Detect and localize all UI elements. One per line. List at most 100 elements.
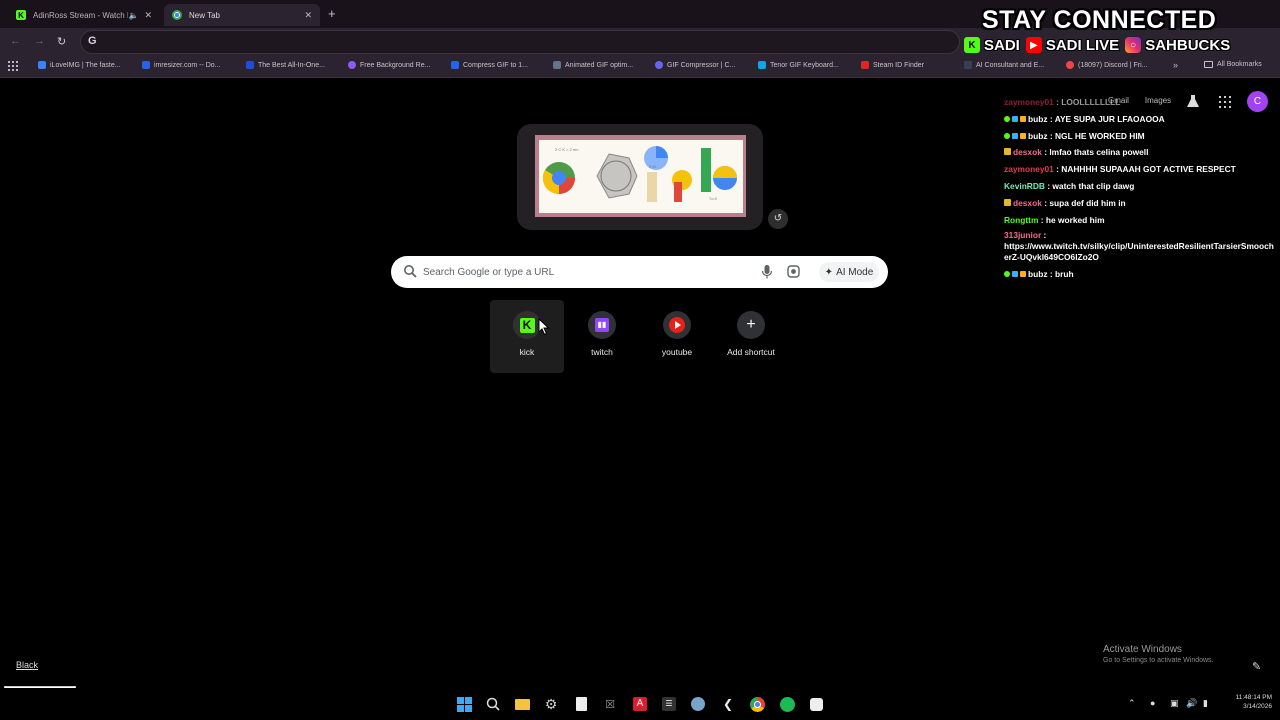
all-bookmarks-button[interactable]: All Bookmarks (1204, 61, 1262, 68)
chat-username[interactable]: 313junior (1004, 230, 1041, 240)
black-theme-link[interactable]: Black (16, 660, 38, 670)
search-icon (404, 265, 417, 278)
bookmark-item[interactable]: Animated GIF optim... (553, 61, 633, 69)
tray-chevron-icon[interactable]: ⌃ (1128, 698, 1136, 709)
bookmark-item[interactable]: iLoveIMG | The faste... (38, 61, 121, 69)
add-shortcut-button[interactable]: + Add shortcut (714, 300, 788, 373)
search-input[interactable] (423, 262, 753, 282)
microphone-tray-icon[interactable]: ● (1150, 698, 1155, 708)
chat-message: desxok : supa def did him in (1004, 195, 1278, 212)
clipboard-icon[interactable] (573, 696, 589, 712)
chat-text: he worked him (1045, 214, 1105, 225)
spotify-icon[interactable] (779, 696, 795, 712)
chat-username[interactable]: bubz (1028, 114, 1048, 124)
app-icon[interactable] (808, 696, 824, 712)
chat-username[interactable]: zaymoney01 (1004, 164, 1054, 174)
new-tab-button[interactable]: + (328, 6, 336, 21)
share-icon[interactable]: ↺ (768, 209, 788, 229)
bookmark-favicon-icon (348, 61, 356, 69)
chat-username[interactable]: desxok (1013, 147, 1042, 157)
chat-badge-icon (1020, 115, 1026, 122)
bookmark-item[interactable]: Steam ID Finder (861, 61, 924, 69)
youtube-icon (669, 317, 685, 333)
windows-start-icon[interactable] (456, 696, 472, 712)
clock-date: 3/14/2026 (1243, 703, 1272, 710)
chat-message: 313junior : https://www.twitch.tv/silky/… (1004, 228, 1278, 266)
bookmark-item[interactable]: Free Background Re... (348, 61, 430, 69)
network-icon[interactable]: ▣ (1170, 698, 1179, 709)
doodle-image[interactable]: 2 C K = 2 mn 2 h/L Tx=0 (539, 140, 743, 213)
bookmark-item[interactable]: The Best All-In-One... (246, 61, 325, 69)
chat-separator: : (1041, 230, 1047, 241)
volume-icon[interactable]: 🔊 (1186, 698, 1197, 709)
chat-text: LOOLLLLLLLL (1061, 97, 1121, 107)
system-clock[interactable]: 11:48:14 PM 3/14/2026 (1212, 693, 1272, 711)
instagram-icon: ○ (1125, 37, 1142, 53)
ai-mode-button[interactable]: ✦ AI Mode (819, 262, 879, 282)
chat-message: Rongttm : he worked him (1004, 212, 1278, 229)
shortcut-youtube[interactable]: youtube (640, 300, 714, 373)
stay-connected-heading: STAY CONNECTED (982, 6, 1217, 34)
bookmark-favicon-icon (655, 61, 663, 69)
chat-username[interactable]: desxok (1013, 198, 1042, 208)
chat-username[interactable]: KevinRDB (1004, 181, 1045, 191)
bookmark-item[interactable]: GIF Compressor | C... (655, 61, 735, 69)
chat-username[interactable]: zaymoney01 (1004, 97, 1054, 107)
svg-text:2 C K = 2 mn: 2 C K = 2 mn (555, 147, 578, 152)
customize-pencil-icon[interactable]: ✎ (1252, 660, 1261, 673)
chat-text[interactable]: https://www.twitch.tv/silky/clip/Uninter… (1004, 241, 1274, 262)
reload-button[interactable]: ↻ (57, 35, 66, 48)
bookmark-item[interactable]: Compress GIF to 1... (451, 61, 528, 69)
microphone-icon[interactable] (761, 264, 773, 280)
bookmark-item[interactable]: imresizer.com -- Do... (142, 61, 221, 69)
more-bookmarks-chevron-icon[interactable]: » (1173, 60, 1178, 70)
capcut-icon[interactable]: ☒ (602, 696, 618, 712)
bookmark-favicon-icon (38, 61, 46, 69)
tab-adinross-stream[interactable]: K AdinRoss Stream - Watch L 🔈 ✕ (8, 4, 160, 26)
chat-message: bubz : NGL HE WORKED HIM (1004, 128, 1278, 145)
chat-text: NGL HE WORKED HIM (1055, 130, 1145, 141)
chrome-icon (172, 10, 182, 20)
apps-grid-icon[interactable] (8, 61, 18, 71)
address-bar[interactable]: G (80, 30, 960, 54)
close-tab-icon[interactable]: ✕ (144, 10, 152, 21)
file-explorer-icon[interactable] (514, 696, 530, 712)
taskbar-search-icon[interactable] (485, 696, 501, 712)
bookmark-item[interactable]: Tenor GIF Keyboard... (758, 61, 839, 69)
forward-button[interactable]: → (34, 35, 45, 47)
acrobat-icon[interactable]: A (632, 696, 648, 712)
chat-username[interactable]: Rongttm (1004, 215, 1038, 225)
close-tab-icon[interactable]: ✕ (304, 10, 312, 21)
chat-badge-icon (1004, 271, 1010, 278)
twitch-icon: ▮▮ (595, 318, 609, 332)
chat-text: AYE SUPA JUR LFAOAOOA (1054, 113, 1165, 124)
speaker-icon[interactable]: 🔈 (128, 11, 138, 20)
shortcut-twitch[interactable]: ▮▮ twitch (565, 300, 639, 373)
svg-text:Tx=0: Tx=0 (709, 197, 717, 201)
activate-windows-title: Activate Windows (1103, 644, 1182, 655)
bookmark-favicon-icon (1066, 61, 1074, 69)
chat-username[interactable]: bubz (1028, 269, 1048, 279)
bookmark-item[interactable]: AI Consultant and E... (964, 61, 1044, 69)
bookmark-item[interactable]: (18097) Discord | Fri... (1066, 61, 1148, 69)
google-lens-icon[interactable] (787, 265, 800, 278)
chat-badge-icon (1004, 132, 1010, 139)
settings-gear-icon[interactable]: ⚙ (543, 696, 559, 712)
google-g-icon: G (88, 35, 97, 47)
obs-icon[interactable]: ☰ (661, 696, 677, 712)
shortcut-kick[interactable]: K kick (490, 300, 564, 373)
search-box[interactable]: ✦ AI Mode (391, 256, 888, 288)
battery-icon[interactable]: ▮ (1203, 698, 1208, 709)
bookmark-favicon-icon (553, 61, 561, 69)
back-button[interactable]: ← (10, 35, 21, 47)
activate-windows-subtitle: Go to Settings to activate Windows. (1103, 657, 1214, 664)
steam-icon[interactable] (690, 696, 706, 712)
shortcut-label: twitch (591, 347, 613, 357)
chat-message: desxok : lmfao thats celina powell (1004, 144, 1278, 161)
tab-new-tab[interactable]: New Tab ✕ (164, 4, 320, 26)
app-icon[interactable]: ❮ (720, 696, 736, 712)
chat-badge-icon (1020, 132, 1026, 139)
chat-badge-icon (1012, 271, 1018, 278)
chat-username[interactable]: bubz (1028, 131, 1048, 141)
chrome-taskbar-icon[interactable] (749, 696, 765, 712)
